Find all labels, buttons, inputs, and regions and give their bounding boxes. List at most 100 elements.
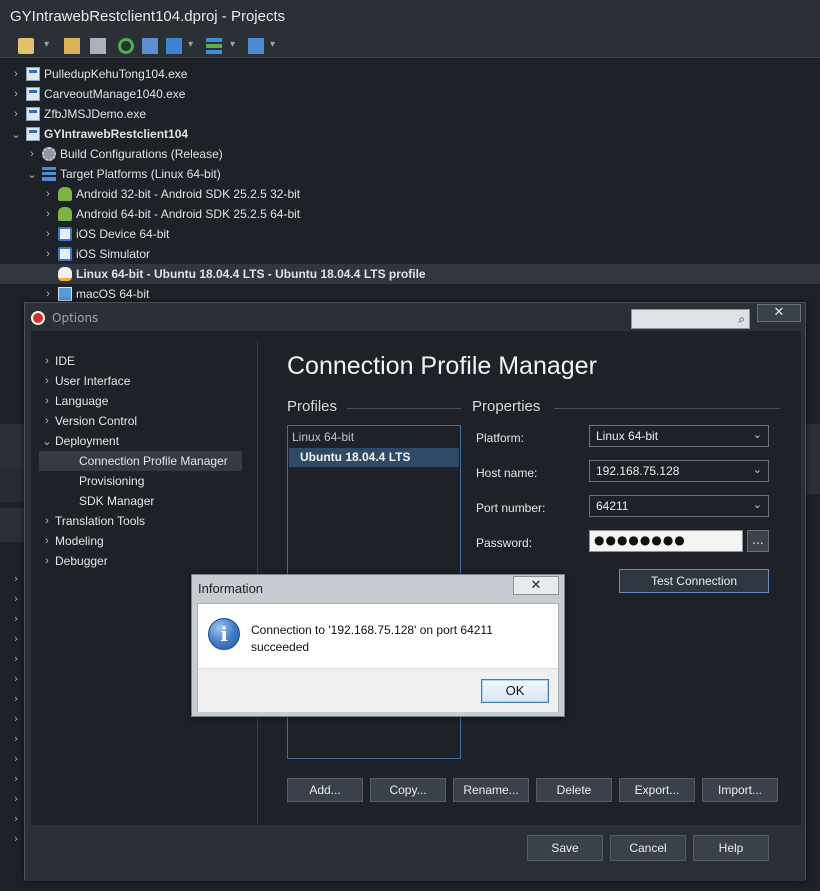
chevron-right-icon[interactable]: › (39, 415, 55, 427)
host-name-combo[interactable]: 192.168.75.128 ⌄ (589, 460, 769, 482)
information-message: Connection to '192.168.75.128' on port 6… (251, 623, 493, 654)
chevron-right-icon[interactable]: › (42, 208, 54, 220)
nav-item-debugger[interactable]: › Debugger (39, 551, 242, 571)
chevron-down-icon[interactable]: ▾ (270, 39, 275, 50)
nav-item-language[interactable]: › Language (39, 391, 242, 411)
chevron-right-icon[interactable]: › (10, 108, 22, 120)
nav-item-label: Version Control (55, 414, 138, 428)
add-profile-button[interactable]: Add... (287, 778, 363, 802)
search-icon[interactable]: ⌕ (738, 312, 745, 327)
nav-item-sdk-manager[interactable]: SDK Manager (39, 491, 242, 511)
nav-item-provisioning[interactable]: Provisioning (39, 471, 242, 491)
tree-item-label: PulledupKehuTong104.exe (44, 67, 188, 81)
close-button[interactable]: ✕ (513, 576, 559, 595)
nav-item-connection-profile-manager[interactable]: Connection Profile Manager (39, 451, 242, 471)
chevron-right-icon[interactable]: › (39, 515, 55, 527)
new-icon[interactable] (18, 38, 34, 54)
delete-profile-button[interactable]: Delete (536, 778, 612, 802)
platform-select-value: Linux 64-bit (596, 429, 659, 443)
chevron-right-icon[interactable]: › (39, 395, 55, 407)
chevron-right-icon[interactable]: › (42, 228, 54, 240)
tree-item-label: iOS Simulator (76, 247, 151, 261)
tree-item-label: ZfbJMSJDemo.exe (44, 107, 147, 121)
exe-icon (26, 67, 40, 81)
port-number-combo[interactable]: 64211 ⌄ (589, 495, 769, 517)
chevron-down-icon[interactable]: ▾ (44, 39, 49, 50)
platform-select[interactable]: Linux 64-bit ⌄ (589, 425, 769, 447)
import-profile-button[interactable]: Import... (702, 778, 778, 802)
rename-profile-button[interactable]: Rename... (453, 778, 529, 802)
chevron-right-icon: › (14, 692, 19, 705)
tree-item-selected[interactable]: Linux 64-bit - Ubuntu 18.04.4 LTS - Ubun… (0, 264, 820, 284)
chevron-right-icon[interactable]: › (26, 148, 38, 160)
information-titlebar[interactable]: Information ✕ (192, 575, 564, 601)
export-profile-button[interactable]: Export... (619, 778, 695, 802)
chevron-right-icon[interactable]: › (42, 248, 54, 260)
options-titlebar[interactable]: Options ⌕ ✕ (25, 303, 805, 331)
nav-item-label: Debugger (55, 554, 108, 568)
tree-item[interactable]: › ZfbJMSJDemo.exe (0, 104, 820, 124)
check-icon[interactable] (166, 38, 182, 54)
nav-item-deployment[interactable]: ⌄ Deployment (39, 431, 242, 451)
save-button[interactable]: Save (527, 835, 603, 861)
chevron-down-icon[interactable]: ▾ (230, 39, 235, 50)
tree-item-label: Android 64-bit - Android SDK 25.2.5 64-b… (76, 207, 301, 221)
nav-item-modeling[interactable]: › Modeling (39, 531, 242, 551)
profile-item-selected[interactable]: Ubuntu 18.04.4 LTS (289, 448, 459, 467)
tree-item[interactable]: › PulledupKehuTong104.exe (0, 64, 820, 84)
properties-heading-rule (554, 408, 780, 409)
chevron-right-icon[interactable]: › (39, 355, 55, 367)
password-field[interactable]: ●●●●●●●● (589, 530, 743, 552)
ok-button[interactable]: OK (481, 679, 549, 703)
chevron-right-icon[interactable]: › (42, 188, 54, 200)
tree-item[interactable]: › Android 32-bit - Android SDK 25.2.5 32… (0, 184, 820, 204)
chevron-down-icon[interactable]: ⌄ (39, 435, 55, 448)
tree-item[interactable]: › CarveoutManage1040.exe (0, 84, 820, 104)
chevron-down-icon[interactable]: ⌄ (753, 428, 762, 441)
test-connection-button[interactable]: Test Connection (619, 569, 769, 593)
tree-item[interactable]: ⌄ Target Platforms (Linux 64-bit) (0, 164, 820, 184)
tree-item[interactable]: › iOS Device 64-bit (0, 224, 820, 244)
copy-profile-button[interactable]: Copy... (370, 778, 446, 802)
nav-item-version-control[interactable]: › Version Control (39, 411, 242, 431)
info-icon: i (208, 618, 240, 650)
add-icon[interactable] (64, 38, 80, 54)
chevron-right-icon[interactable]: › (10, 68, 22, 80)
layers-icon[interactable] (206, 38, 222, 54)
tree-item-label: Build Configurations (Release) (60, 147, 223, 161)
chevron-down-icon[interactable]: ⌄ (10, 128, 22, 141)
tree-item[interactable]: › Build Configurations (Release) (0, 144, 820, 164)
tree-item-active-project[interactable]: ⌄ GYIntrawebRestclient104 (0, 124, 820, 144)
properties-heading: Properties (472, 398, 541, 415)
chevron-down-icon[interactable]: ⌄ (753, 463, 762, 476)
platform-label: Platform: (476, 431, 525, 445)
password-browse-button[interactable]: ... (747, 530, 769, 552)
tree-item[interactable]: › Android 64-bit - Android SDK 25.2.5 64… (0, 204, 820, 224)
chevron-right-icon[interactable]: › (39, 555, 55, 567)
help-button[interactable]: Help (693, 835, 769, 861)
chevron-right-icon[interactable]: › (39, 535, 55, 547)
refresh-icon[interactable] (118, 38, 134, 54)
tree-item[interactable]: › macOS 64-bit (0, 284, 820, 304)
chevron-down-icon[interactable]: ⌄ (753, 498, 762, 511)
nav-item-user-interface[interactable]: › User Interface (39, 371, 242, 391)
tree-item[interactable]: › iOS Simulator (0, 244, 820, 264)
nav-item-label: Modeling (55, 534, 104, 548)
close-button[interactable]: ✕ (757, 304, 801, 322)
deploy-icon[interactable] (248, 38, 264, 54)
chevron-right-icon: › (14, 572, 19, 585)
open-icon[interactable] (90, 38, 106, 54)
ios-device-icon (58, 227, 72, 241)
project-tree: › PulledupKehuTong104.exe › CarveoutMana… (0, 58, 820, 308)
nav-item-translation-tools[interactable]: › Translation Tools (39, 511, 242, 531)
chevron-right-icon: › (14, 832, 19, 845)
nav-item-ide[interactable]: › IDE (39, 351, 242, 371)
chevron-right-icon[interactable]: › (42, 288, 54, 300)
chevron-right-icon[interactable]: › (10, 88, 22, 100)
chevron-down-icon[interactable]: ⌄ (26, 168, 38, 181)
cancel-button[interactable]: Cancel (610, 835, 686, 861)
build-icon[interactable] (142, 38, 158, 54)
chevron-right-icon[interactable]: › (39, 375, 55, 387)
chevron-down-icon[interactable]: ▾ (188, 39, 193, 50)
options-search-input[interactable]: ⌕ (631, 309, 750, 329)
